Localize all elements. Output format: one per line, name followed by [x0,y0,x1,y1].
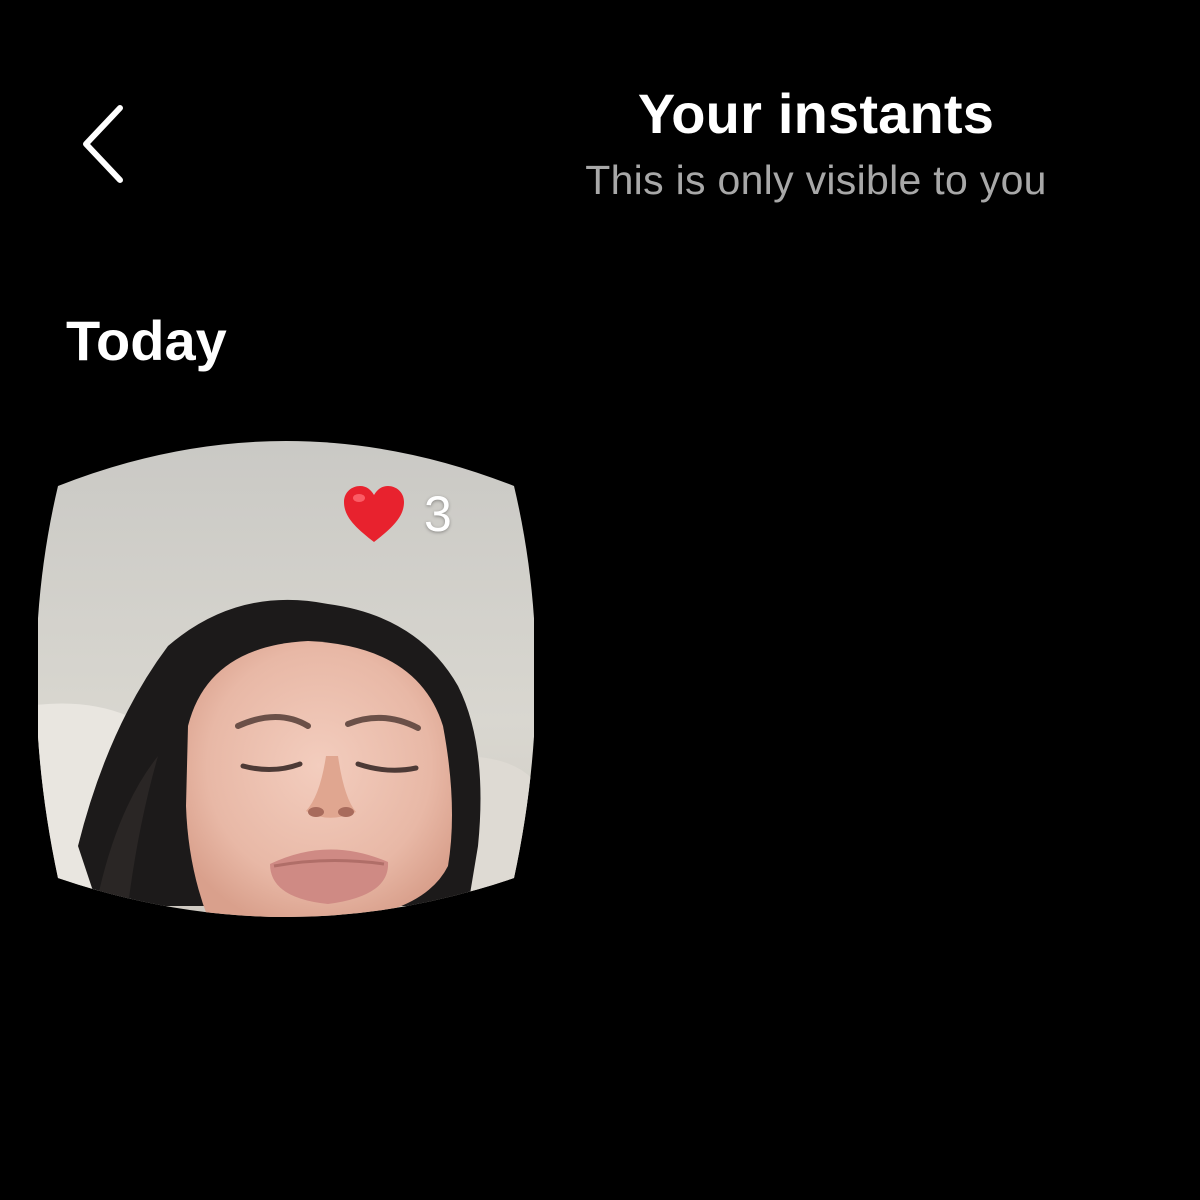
reaction-badge: 3 [342,482,452,546]
section-label-today: Today [66,309,227,372]
page-subtitle: This is only visible to you [585,157,1047,203]
red-heart-icon [344,486,404,542]
instant-thumbnail[interactable]: 3 [38,426,534,918]
top-bar: Your instants This is only visible to yo… [0,0,1200,240]
title-block: Your instants This is only visible to yo… [516,78,1116,206]
chevron-left-icon [83,105,123,183]
instant-photo [38,441,534,917]
page-title: Your instants [637,82,995,145]
back-button[interactable] [66,96,146,192]
reaction-count: 3 [424,486,452,542]
